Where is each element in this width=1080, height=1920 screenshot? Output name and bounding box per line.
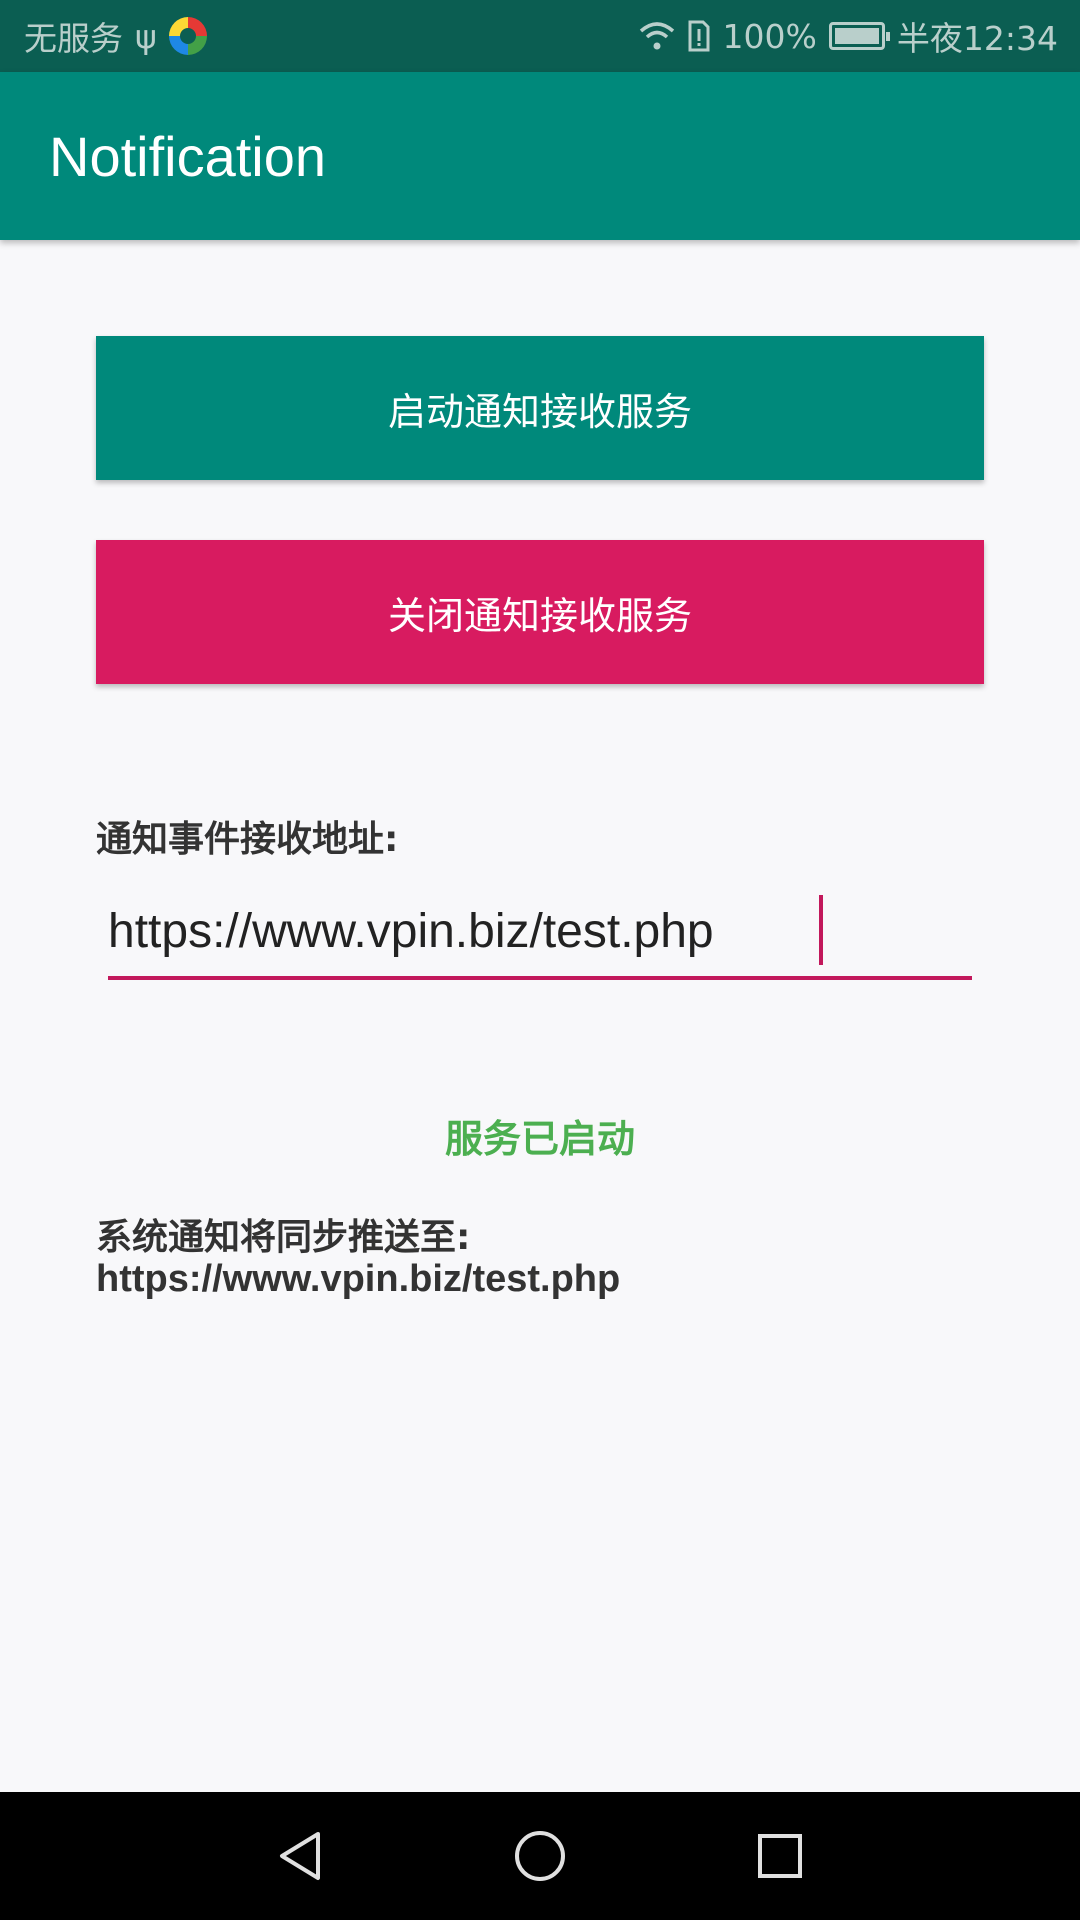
app-notification-icon (168, 17, 207, 55)
navigation-bar (0, 1792, 1080, 1920)
usb-icon: ψ (135, 16, 157, 56)
nav-back-button[interactable] (265, 1821, 335, 1891)
sync-label: 系统通知将同步推送至: (96, 1217, 471, 1258)
back-icon (280, 1832, 320, 1880)
app-bar: Notification (0, 72, 1080, 240)
nav-home-button[interactable] (505, 1821, 575, 1891)
status-bar: 无服务 ψ 100% 半夜12:34 (0, 0, 1080, 72)
wifi-icon (639, 22, 674, 50)
battery-percent: 100% (722, 16, 817, 56)
carrier-text: 无服务 (24, 19, 123, 58)
nav-recents-button[interactable] (745, 1821, 815, 1891)
url-field-label: 通知事件接收地址: (96, 819, 399, 860)
service-status-text: 服务已启动 (444, 1117, 635, 1161)
sim-alert-icon (688, 20, 710, 52)
sync-url: https://www.vpin.biz/test.php (96, 1258, 621, 1300)
url-input[interactable] (108, 890, 972, 980)
clock: 半夜12:34 (896, 19, 1058, 58)
start-service-button[interactable]: 启动通知接收服务 (96, 336, 984, 480)
battery-icon (828, 22, 890, 50)
app-title: Notification (49, 124, 327, 188)
screen: 无服务 ψ 100% 半夜12:34 Notification 启动通知接收服务… (0, 0, 1080, 1920)
status-right: 100% 半夜12:34 (639, 12, 1058, 60)
stop-service-button[interactable]: 关闭通知接收服务 (96, 540, 984, 684)
recents-icon (758, 1834, 802, 1878)
home-icon (515, 1831, 565, 1881)
text-cursor (819, 895, 823, 965)
status-left: 无服务 ψ (24, 12, 207, 60)
